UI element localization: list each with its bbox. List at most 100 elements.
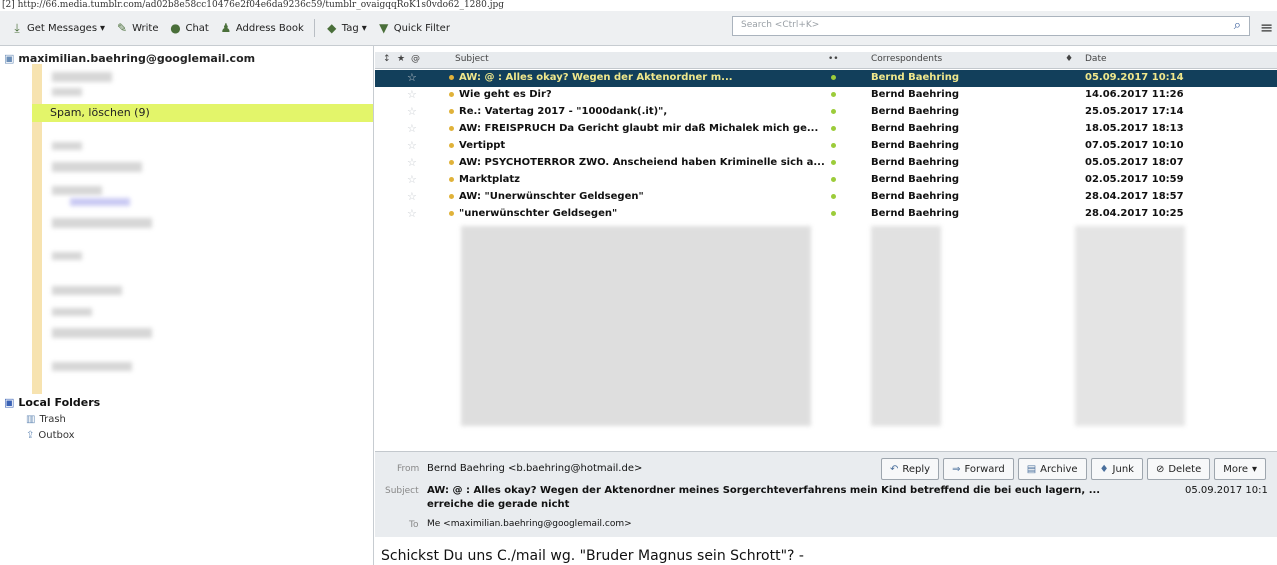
blurred-folder[interactable] [52, 328, 152, 338]
main-toolbar: ⤓ Get Messages ▾ ✎ Write ● Chat ♟ Address Boo… [0, 11, 1277, 46]
read-dot[interactable] [831, 126, 836, 131]
star-icon[interactable]: ☆ [407, 207, 417, 220]
read-dot[interactable] [831, 75, 836, 80]
toolbar-divider [313, 19, 315, 37]
blurred-folder[interactable] [52, 186, 102, 195]
unread-dot [449, 177, 454, 182]
forward-icon: ⇒ [952, 463, 961, 475]
table-row[interactable]: ☆ Marktplatz Bernd Baehring 02.05.2017 1… [375, 172, 1277, 189]
message-correspondent: Bernd Baehring [871, 72, 960, 83]
table-row[interactable]: ☆ Vertippt Bernd Baehring 07.05.2017 10:… [375, 138, 1277, 155]
blurred-folder[interactable] [52, 162, 142, 172]
star-icon[interactable]: ☆ [407, 71, 417, 84]
read-dot[interactable] [831, 109, 836, 114]
blurred-folder[interactable] [70, 198, 130, 206]
tag-button[interactable]: ◆ Tag ▾ [325, 22, 367, 34]
unread-dot [449, 194, 454, 199]
blurred-folder[interactable] [52, 218, 152, 228]
read-column-icon[interactable]: •• [828, 54, 839, 64]
attachment-column-icon[interactable]: @ [411, 54, 420, 64]
blurred-dates [1075, 226, 1185, 426]
blurred-folder[interactable] [52, 88, 82, 96]
blurred-folder[interactable] [52, 252, 82, 260]
table-row[interactable]: ☆ "unerwünschter Geldsegen" Bernd Baehri… [375, 206, 1277, 223]
message-subject: "unerwünschter Geldsegen" [459, 208, 618, 219]
filter-icon: ▼ [379, 21, 389, 35]
hamburger-menu-icon[interactable]: ≡ [1260, 18, 1273, 37]
blurred-folder[interactable] [52, 142, 82, 150]
tag-icon: ◆ [327, 21, 337, 35]
table-row[interactable]: ☆ AW: PSYCHOTERROR ZWO. Anscheiend haben… [375, 155, 1277, 172]
blurred-correspondents [871, 226, 941, 426]
download-icon: ⤓ [14, 21, 20, 35]
address-book-button[interactable]: ♟ Address Book [219, 21, 304, 35]
read-dot[interactable] [831, 194, 836, 199]
message-subject: AW: "Unerwünschter Geldsegen" [459, 191, 644, 202]
search-input[interactable]: Search <Ctrl+K> ⌕ [732, 16, 1250, 36]
subject-value: AW: @ : Alles okay? Wegen der Aktenordne… [427, 485, 1101, 496]
blurred-folder[interactable] [52, 362, 132, 371]
table-row[interactable]: ☆ AW: @ : Alles okay? Wegen der Aktenord… [375, 70, 1277, 87]
delete-button[interactable]: ⊘ Delete [1146, 458, 1211, 480]
read-dot[interactable] [831, 143, 836, 148]
star-icon[interactable]: ☆ [407, 139, 417, 152]
chevron-down-icon[interactable]: ▾ [100, 23, 105, 34]
message-subject: AW: @ : Alles okay? Wegen der Aktenordne… [459, 72, 733, 83]
star-column-icon[interactable]: ★ [397, 54, 405, 64]
folder-outbox[interactable]: ⇪ Outbox [26, 430, 75, 441]
get-messages-button[interactable]: ⤓ Get Messages ▾ [10, 22, 105, 34]
folder-spam[interactable]: Spam, löschen (9) [32, 104, 373, 122]
write-button[interactable]: ✎ Write [115, 22, 158, 34]
local-folders-row[interactable]: ▣ Local Folders [4, 396, 100, 409]
star-icon[interactable]: ☆ [407, 173, 417, 186]
read-dot[interactable] [831, 160, 836, 165]
chat-button[interactable]: ● Chat [168, 22, 209, 34]
delete-icon: ⊘ [1155, 463, 1165, 475]
star-icon[interactable]: ☆ [407, 88, 417, 101]
from-value[interactable]: Bernd Baehring <b.baehring@hotmail.de> [427, 463, 642, 474]
blurred-folder[interactable] [52, 72, 112, 82]
search-icon[interactable]: ⌕ [1234, 18, 1241, 33]
address-book-label: Address Book [235, 22, 304, 34]
outbox-icon: ⇪ [26, 430, 35, 441]
folder-pane: ▣ maximilian.baehring@googlemail.com Spam… [0, 46, 374, 565]
forward-button[interactable]: ⇒ Forward [943, 458, 1014, 480]
read-dot[interactable] [831, 177, 836, 182]
message-subject: AW: FREISPRUCH Da Gericht glaubt mir daß… [459, 123, 819, 134]
junk-column-icon[interactable]: ♦ [1065, 54, 1073, 64]
read-dot[interactable] [831, 92, 836, 97]
star-icon[interactable]: ☆ [407, 122, 417, 135]
star-icon[interactable]: ☆ [407, 105, 417, 118]
read-dot[interactable] [831, 211, 836, 216]
message-date: 05.09.2017 10:14 [1085, 72, 1184, 83]
message-actions: ↶ Reply ⇒ Forward ▤ Archive ♦ Junk ⊘ Delete M… [881, 458, 1267, 480]
table-row[interactable]: ☆ AW: "Unerwünschter Geldsegen" Bernd Ba… [375, 189, 1277, 206]
local-folders-label: Local Folders [18, 396, 101, 409]
column-subject[interactable]: Subject [455, 54, 489, 64]
reply-icon: ↶ [890, 463, 899, 475]
reply-button[interactable]: ↶ Reply [881, 458, 940, 480]
table-row[interactable]: ☆ AW: FREISPRUCH Da Gericht glaubt mir d… [375, 121, 1277, 138]
trash-icon: ▥ [26, 414, 36, 425]
chevron-down-icon[interactable]: ▾ [362, 23, 367, 34]
junk-icon: ♦ [1099, 463, 1109, 475]
blurred-folder[interactable] [52, 286, 122, 295]
column-date[interactable]: Date [1085, 54, 1107, 64]
person-icon: ♟ [220, 21, 232, 35]
more-button[interactable]: More ▾ [1214, 458, 1267, 480]
to-value[interactable]: Me <maximilian.baehring@googlemail.com> [427, 519, 632, 529]
thread-column-icon[interactable]: ↕ [383, 54, 391, 64]
folder-trash[interactable]: ▥ Trash [26, 414, 66, 425]
message-subject: Re.: Vatertag 2017 - "1000dank(.it)", [459, 106, 668, 117]
star-icon[interactable]: ☆ [407, 190, 417, 203]
blurred-folder[interactable] [52, 308, 92, 316]
quick-filter-button[interactable]: ▼ Quick Filter [377, 22, 450, 34]
column-correspondents[interactable]: Correspondents [871, 54, 942, 64]
message-header-pane: From Bernd Baehring <b.baehring@hotmail.… [375, 451, 1277, 537]
archive-button[interactable]: ▤ Archive [1017, 458, 1087, 480]
junk-button[interactable]: ♦ Junk [1090, 458, 1143, 480]
table-row[interactable]: ☆ Wie geht es Dir? Bernd Baehring 14.06.… [375, 87, 1277, 104]
table-row[interactable]: ☆ Re.: Vatertag 2017 - "1000dank(.it)", … [375, 104, 1277, 121]
blurred-messages [461, 226, 811, 426]
star-icon[interactable]: ☆ [407, 156, 417, 169]
